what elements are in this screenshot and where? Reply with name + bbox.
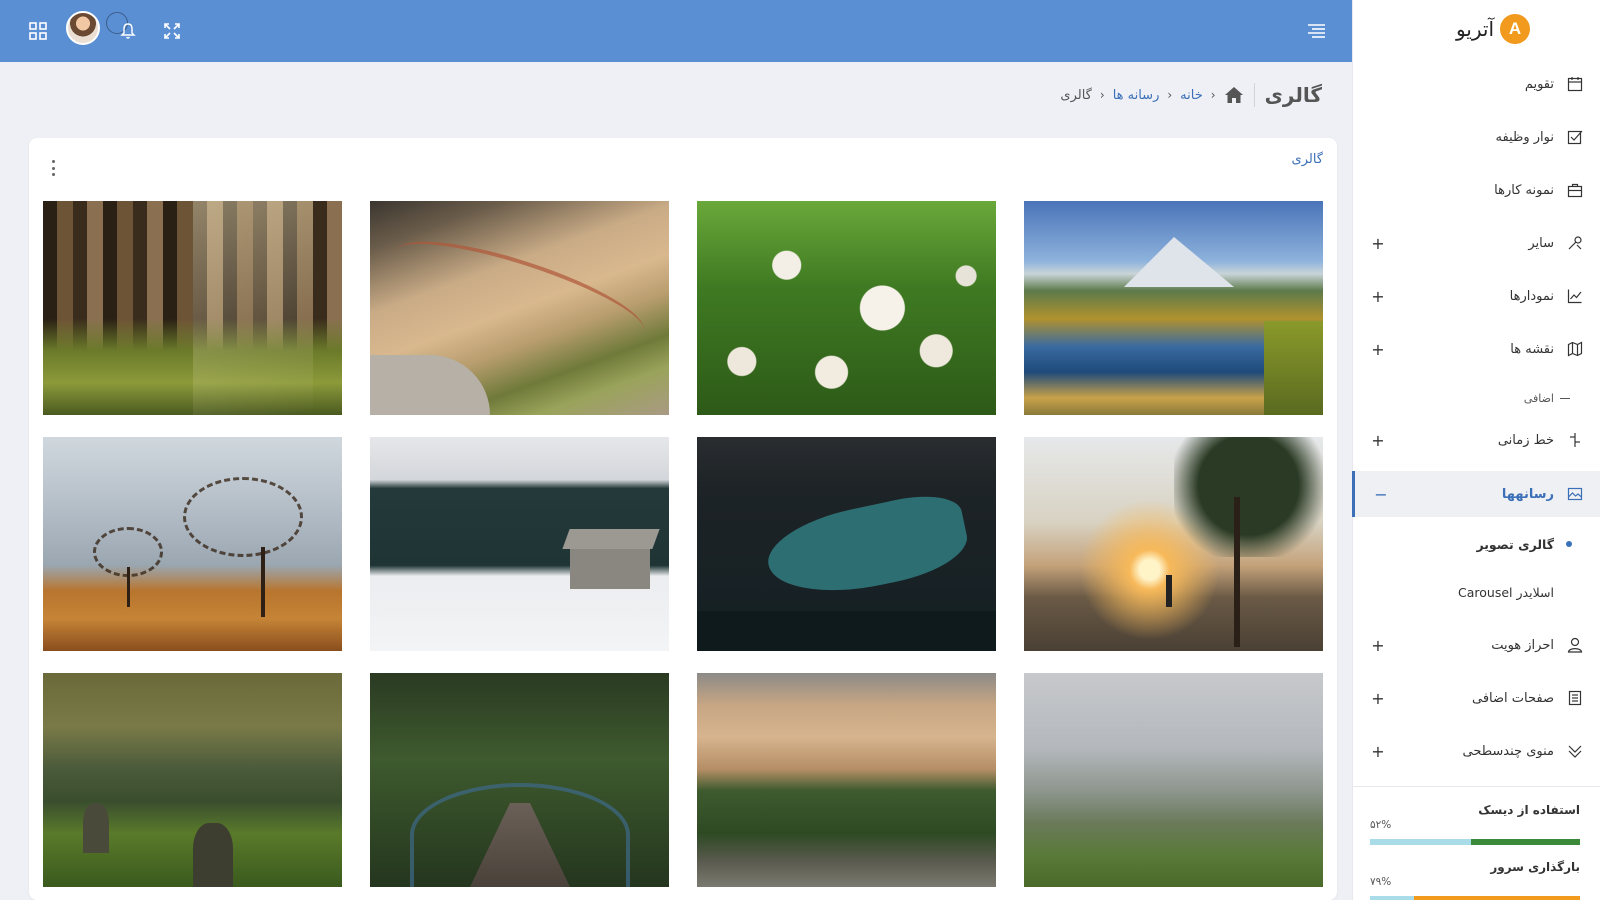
- section-label: اضافی: [1523, 392, 1554, 405]
- app-name: آتریو: [1455, 17, 1494, 41]
- card-title[interactable]: گالری: [1292, 152, 1323, 167]
- sidebar-item-label: رسانهها: [1501, 486, 1554, 502]
- sidebar-item-extra-pages[interactable]: صفحات اضافی +: [1352, 678, 1600, 718]
- breadcrumb-separator: ‹: [1099, 88, 1105, 102]
- breadcrumb-separator: ‹: [1167, 88, 1173, 102]
- sidebar-item-media[interactable]: رسانهها −: [1352, 471, 1600, 517]
- expand-plus-icon[interactable]: +: [1368, 635, 1388, 655]
- gallery-photo-cliff-forest[interactable]: [697, 673, 996, 887]
- stat-title: استفاده از دیسک: [1478, 803, 1580, 817]
- sidebar-item-label: نقشه ها: [1510, 341, 1554, 357]
- gallery-photo-green-hills[interactable]: [43, 673, 342, 887]
- gallery-photo-sunset-tree[interactable]: [1024, 437, 1323, 651]
- user-avatar[interactable]: [66, 11, 100, 45]
- expand-plus-icon[interactable]: +: [1368, 286, 1388, 306]
- gallery-photo-bare-trees[interactable]: [43, 437, 342, 651]
- sidebar-item-label: نوار وظیفه: [1495, 129, 1554, 145]
- breadcrumb-trail: ‹ خانه ‹ رسانه ها ‹ گالری: [1060, 86, 1243, 104]
- breadcrumb-separator: ‹: [1210, 88, 1216, 102]
- expand-icon[interactable]: [158, 17, 186, 45]
- stat-value: ۵۲%: [1370, 819, 1392, 831]
- sidebar-item-label: احراز هویت: [1491, 637, 1554, 653]
- top-header: [0, 0, 1352, 62]
- map-icon: [1564, 338, 1586, 360]
- expand-plus-icon[interactable]: +: [1368, 430, 1388, 450]
- trend-chart-icon: [1564, 285, 1586, 307]
- expand-plus-icon[interactable]: +: [1368, 741, 1388, 761]
- user-icon: [1564, 634, 1586, 656]
- gallery-photo-snow-cabin[interactable]: [370, 437, 669, 651]
- sidebar-item-portfolio[interactable]: نمونه کارها: [1352, 170, 1600, 210]
- progress-fill: [1414, 896, 1580, 900]
- checkbox-icon: [1564, 126, 1586, 148]
- sidebar-item-maps[interactable]: نقشه ها +: [1352, 329, 1600, 369]
- active-dot-icon: [1566, 541, 1572, 547]
- calendar-icon: [1564, 73, 1586, 95]
- page-title: گالری: [1253, 83, 1322, 107]
- sidebar-item-label: تقویم: [1524, 76, 1554, 92]
- app-logo[interactable]: A آتریو: [1456, 14, 1530, 44]
- image-icon: [1564, 483, 1586, 505]
- sidebar-item-label: نمونه کارها: [1494, 182, 1554, 198]
- bell-icon[interactable]: [114, 17, 142, 45]
- gallery-photo-mountain-slope[interactable]: [370, 201, 669, 415]
- sidebar-item-other[interactable]: سایر +: [1352, 223, 1600, 263]
- sidebar: A آتریو تقویم نوار وظیفه نمونه کارها سای…: [1352, 0, 1600, 900]
- grid-icon[interactable]: [24, 17, 52, 45]
- logo-badge: A: [1500, 14, 1530, 44]
- expand-plus-icon[interactable]: +: [1368, 688, 1388, 708]
- sub-item-label: گالری تصویر: [1476, 536, 1554, 552]
- gallery-photo-mountain-lake[interactable]: [1024, 201, 1323, 415]
- expand-plus-icon[interactable]: +: [1368, 233, 1388, 253]
- disk-usage-progress-bar: [1370, 839, 1580, 845]
- progress-fill: [1470, 839, 1580, 845]
- sub-item-label: اسلایدر Carousel: [1458, 584, 1554, 600]
- image-gallery: [43, 201, 1323, 887]
- disk-usage-stat: استفاده از دیسک ۵۲%: [1370, 803, 1580, 845]
- home-icon[interactable]: [1224, 86, 1244, 104]
- breadcrumb-current: گالری: [1060, 87, 1092, 103]
- expand-plus-icon[interactable]: +: [1368, 339, 1388, 359]
- sidebar-section-extra: اضافی: [1524, 392, 1570, 405]
- stat-value: ۷۹%: [1370, 876, 1392, 888]
- sidebar-item-label: نمودارها: [1509, 288, 1554, 304]
- sidebar-divider: [1352, 786, 1600, 787]
- sidebar-item-label: خط زمانی: [1497, 432, 1554, 448]
- gallery-photo-clover-flowers[interactable]: [697, 201, 996, 415]
- sidebar-item-calendar[interactable]: تقویم: [1352, 64, 1600, 104]
- sidebar-item-label: منوی چندسطحی: [1462, 743, 1554, 759]
- sidebar-item-timeline[interactable]: خط زمانی +: [1352, 420, 1600, 460]
- tools-icon: [1564, 232, 1586, 254]
- gallery-photo-forest[interactable]: [43, 201, 342, 415]
- sidebar-sub-item-carousel[interactable]: اسلایدر Carousel: [1352, 575, 1600, 609]
- gallery-photo-teal-lake[interactable]: [697, 437, 996, 651]
- collapse-minus-icon[interactable]: −: [1371, 484, 1391, 504]
- sidebar-item-multilevel-menu[interactable]: منوی چندسطحی +: [1352, 731, 1600, 771]
- chevrons-icon: [1564, 740, 1586, 762]
- sidebar-item-label: صفحات اضافی: [1472, 690, 1554, 706]
- stat-title: بارگذاری سرور: [1490, 860, 1580, 874]
- breadcrumb: گالری ‹ خانه ‹ رسانه ها ‹ گالری: [1060, 80, 1322, 110]
- timeline-icon: [1564, 429, 1586, 451]
- server-load-progress-bar: [1370, 896, 1580, 900]
- menu-lines-icon[interactable]: [1302, 17, 1330, 45]
- breadcrumb-media-link[interactable]: رسانه ها: [1113, 88, 1160, 103]
- document-icon: [1564, 687, 1586, 709]
- gallery-card: گالری: [29, 138, 1337, 900]
- gallery-photo-foggy-hills[interactable]: [1024, 673, 1323, 887]
- breadcrumb-home-link[interactable]: خانه: [1180, 88, 1203, 103]
- gallery-photo-forest-bridge[interactable]: [370, 673, 669, 887]
- sidebar-sub-item-image-gallery[interactable]: گالری تصویر: [1352, 527, 1600, 561]
- sidebar-item-charts[interactable]: نمودارها +: [1352, 276, 1600, 316]
- sidebar-item-task-bar[interactable]: نوار وظیفه: [1352, 117, 1600, 157]
- sidebar-item-authentication[interactable]: احراز هویت +: [1352, 625, 1600, 665]
- sidebar-item-label: سایر: [1528, 235, 1554, 251]
- briefcase-icon: [1564, 179, 1586, 201]
- more-options-icon[interactable]: [49, 158, 57, 178]
- server-load-stat: بارگذاری سرور ۷۹%: [1370, 860, 1580, 900]
